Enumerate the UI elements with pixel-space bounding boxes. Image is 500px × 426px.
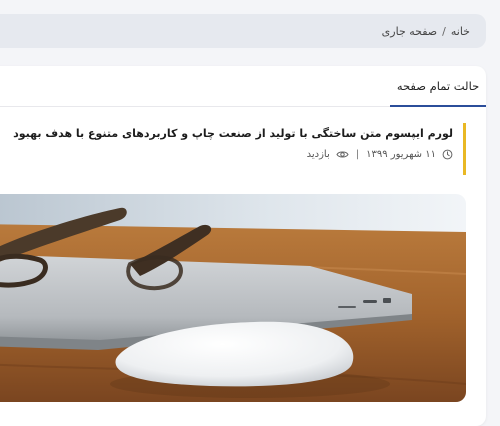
post-views: بازدید <box>306 149 330 160</box>
post-title[interactable]: لورم ایپسوم متن ساختگی با تولید از صنعت … <box>13 123 453 145</box>
meta-separator: | <box>355 149 360 160</box>
tab-fullscreen[interactable]: حالت تمام صفحه <box>390 66 486 107</box>
tab-bar: حالت تمام صفحه <box>0 66 486 107</box>
post-date: ۱۱ شهریور ۱۳۹۹ <box>366 149 436 160</box>
eye-icon <box>336 149 349 160</box>
post-image <box>0 194 466 402</box>
breadcrumb-home-link[interactable]: خانه <box>451 25 470 38</box>
breadcrumb-current: صفحه جاری <box>381 24 438 38</box>
breadcrumb-separator: / <box>442 24 446 38</box>
breadcrumb: خانه / صفحه جاری <box>0 14 486 48</box>
post-meta: ۱۱ شهریور ۱۳۹۹ | بازدید <box>26 149 453 160</box>
content-card: حالت تمام صفحه لورم ایپسوم متن ساختگی با… <box>0 66 486 426</box>
post-header: لورم ایپسوم متن ساختگی با تولید از صنعت … <box>13 123 466 175</box>
clock-icon <box>442 149 453 160</box>
